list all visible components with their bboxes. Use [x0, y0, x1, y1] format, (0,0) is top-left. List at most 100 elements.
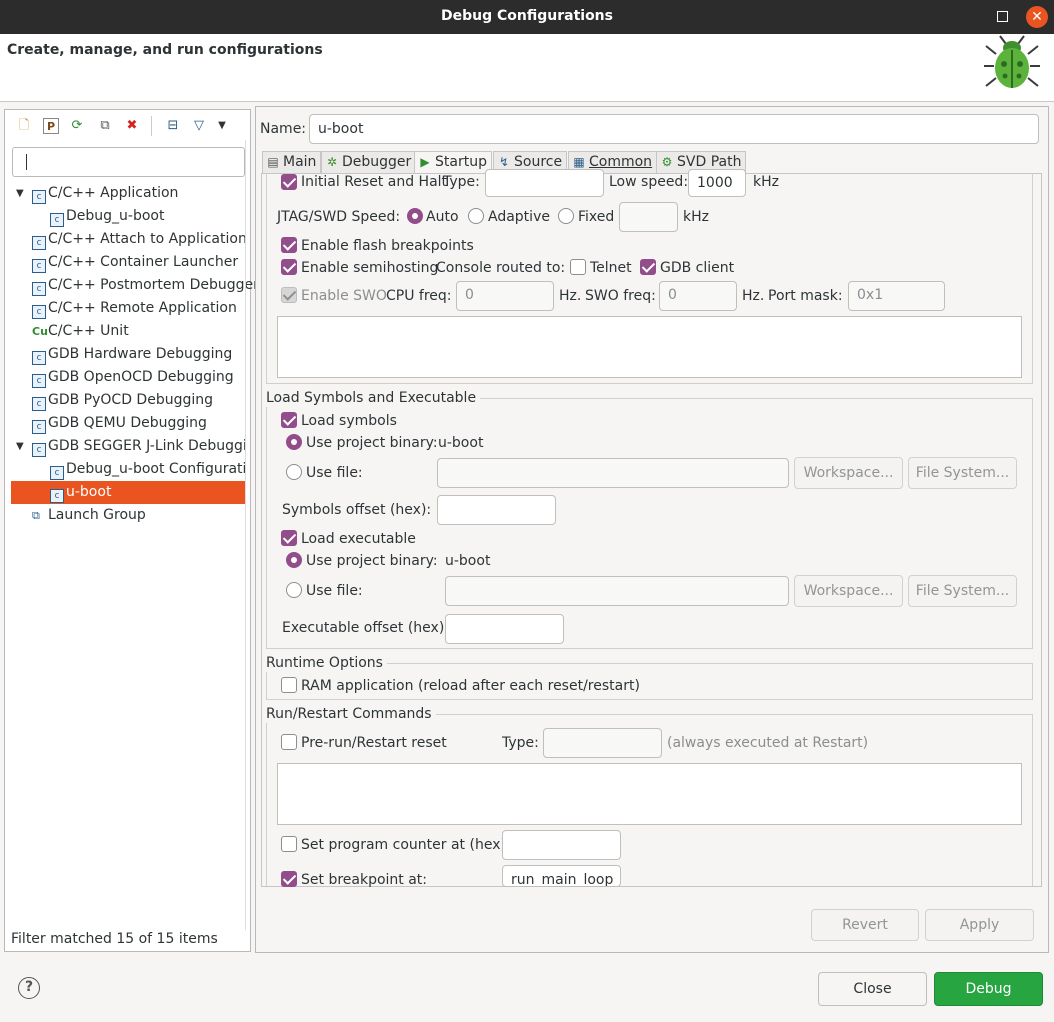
new-configuration-icon[interactable]: 🗋 [16, 118, 32, 134]
filter-input[interactable] [12, 147, 245, 177]
set-pc-field[interactable] [502, 830, 621, 860]
exec-project-binary-radio[interactable] [286, 552, 302, 568]
tree-item-gdb-qemu[interactable]: c GDB QEMU Debugging [32, 412, 207, 435]
delete-icon[interactable]: ✖ [124, 118, 140, 134]
maximize-icon[interactable] [997, 11, 1008, 22]
tree-item-cpp-application[interactable]: c C/C++ Application [32, 182, 178, 205]
tree-item-postmortem[interactable]: c C/C++ Postmortem Debugger [32, 274, 259, 297]
swo-checkbox[interactable] [281, 287, 297, 303]
telnet-checkbox[interactable] [570, 259, 586, 275]
fixed-speed-field[interactable] [619, 202, 678, 232]
cpp-app-icon: c [32, 397, 46, 411]
new-prototype-icon[interactable]: P [43, 118, 59, 134]
symbols-use-file-label: Use file: [306, 465, 363, 481]
telnet-label: Telnet [590, 260, 632, 276]
tree-item-label: GDB Hardware Debugging [48, 346, 233, 362]
swo-freq-field[interactable]: 0 [659, 281, 737, 311]
set-breakpoint-field[interactable]: run_main_loop [502, 865, 621, 887]
semihosting-checkbox[interactable] [281, 259, 297, 275]
expand-chevron-icon[interactable]: ▼ [16, 188, 24, 199]
load-symbols-checkbox[interactable] [281, 412, 297, 428]
prerun-reset-label: Pre-run/Restart reset [301, 735, 447, 751]
load-executable-checkbox[interactable] [281, 530, 297, 546]
swo-hz-label: Hz. [742, 288, 765, 304]
tab-startup[interactable]: ▶ Startup [414, 151, 492, 174]
tab-debugger[interactable]: ✲ Debugger [321, 151, 417, 173]
speed-auto-radio[interactable] [407, 208, 423, 224]
tab-main[interactable]: ▤ Main [262, 151, 322, 173]
tree-item-debug-u-boot[interactable]: c Debug_u-boot [50, 205, 164, 228]
text-caret [26, 154, 27, 170]
symbols-project-binary-radio[interactable] [286, 434, 302, 450]
gdb-client-checkbox[interactable] [640, 259, 656, 275]
exec-workspace-button[interactable]: Workspace... [794, 575, 903, 607]
close-button[interactable]: Close [818, 972, 927, 1006]
init-commands-textarea[interactable] [277, 316, 1022, 378]
duplicate-icon[interactable]: ⧉ [97, 118, 113, 134]
speed-adaptive-radio[interactable] [468, 208, 484, 224]
cpp-app-icon: c [32, 305, 46, 319]
load-executable-label: Load executable [301, 531, 416, 547]
set-breakpoint-checkbox[interactable] [281, 871, 297, 887]
tree-item-gdb-hardware[interactable]: c GDB Hardware Debugging [32, 343, 232, 366]
low-speed-field[interactable]: 1000 [688, 169, 746, 197]
filter-icon[interactable]: ▽ [191, 118, 207, 134]
cpp-app-icon: c [32, 420, 46, 434]
speed-adaptive-label: Adaptive [488, 209, 550, 225]
help-icon[interactable]: ? [18, 977, 40, 999]
prerun-reset-checkbox[interactable] [281, 734, 297, 750]
collapse-all-icon[interactable]: ⊟ [165, 118, 181, 134]
exec-file-field[interactable] [445, 576, 789, 606]
revert-button[interactable]: Revert [811, 909, 919, 941]
fixed-speed-unit: kHz [683, 209, 709, 225]
name-field[interactable]: u-boot [309, 114, 1039, 144]
tree-scrollbar[interactable] [245, 140, 246, 930]
exec-offset-field[interactable] [445, 614, 564, 644]
initial-reset-checkbox[interactable] [281, 174, 297, 190]
view-menu-icon[interactable]: ▼ [214, 118, 230, 134]
debug-button[interactable]: Debug [934, 972, 1043, 1006]
dialog-header: Create, manage, and run configurations [0, 34, 1054, 102]
cpp-app-icon: c [32, 236, 46, 250]
tree-item-u-boot[interactable]: c u-boot [11, 481, 245, 504]
tree-item-attach[interactable]: c C/C++ Attach to Application [32, 228, 247, 251]
tree-item-remote[interactable]: c C/C++ Remote Application [32, 297, 237, 320]
symbols-offset-field[interactable] [437, 495, 556, 525]
prerun-type-field[interactable] [543, 728, 662, 758]
console-routed-label: Console routed to: [436, 260, 566, 276]
port-mask-field[interactable]: 0x1 [848, 281, 945, 311]
tree-item-gdb-openocd[interactable]: c GDB OpenOCD Debugging [32, 366, 234, 389]
export-icon[interactable]: ⟳ [69, 118, 85, 134]
run-commands-textarea[interactable] [277, 763, 1022, 825]
tree-item-launch-group[interactable]: ⧉ Launch Group [32, 504, 146, 527]
symbols-workspace-button[interactable]: Workspace... [794, 457, 903, 489]
load-group-title: Load Symbols and Executable [266, 389, 481, 407]
reset-type-field[interactable] [485, 169, 604, 197]
close-window-icon[interactable]: ✕ [1026, 6, 1048, 28]
symbols-file-system-button[interactable]: File System... [908, 457, 1017, 489]
symbols-file-field[interactable] [437, 458, 789, 488]
exec-file-system-button[interactable]: File System... [908, 575, 1017, 607]
flash-breakpoints-label: Enable flash breakpoints [301, 238, 474, 254]
cpu-freq-label: CPU freq: [386, 288, 452, 304]
set-pc-checkbox[interactable] [281, 836, 297, 852]
apply-button[interactable]: Apply [925, 909, 1034, 941]
symbols-use-file-radio[interactable] [286, 464, 302, 480]
symbols-binary-value: u-boot [438, 435, 484, 451]
tree-item-gdb-pyocd[interactable]: c GDB PyOCD Debugging [32, 389, 213, 412]
tree-item-unit[interactable]: CuC/C++ Unit [32, 320, 129, 343]
exec-use-file-radio[interactable] [286, 582, 302, 598]
speed-fixed-radio[interactable] [558, 208, 574, 224]
tree-item-debug-u-boot-configuration[interactable]: c Debug_u-boot Configuration [50, 458, 246, 481]
cpp-unit-icon: Cu [32, 325, 48, 338]
flash-breakpoints-checkbox[interactable] [281, 237, 297, 253]
expand-chevron-icon[interactable]: ▼ [16, 441, 24, 452]
filter-status: Filter matched 15 of 15 items [11, 931, 218, 947]
port-mask-label: Port mask: [768, 288, 843, 304]
tree-item-container[interactable]: c C/C++ Container Launcher [32, 251, 238, 274]
tree-item-gdb-segger[interactable]: c GDB SEGGER J-Link Debugging [32, 435, 246, 458]
set-pc-label: Set program counter at (hex): [301, 837, 511, 853]
ram-application-checkbox[interactable] [281, 677, 297, 693]
speed-fixed-label: Fixed [578, 209, 615, 225]
cpu-freq-field[interactable]: 0 [456, 281, 554, 311]
